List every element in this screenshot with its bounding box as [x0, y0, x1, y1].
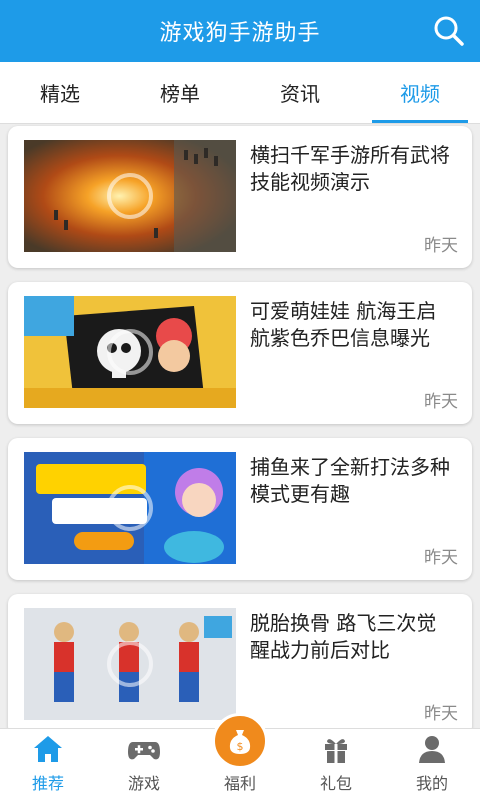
- app-header: 游戏狗手游助手: [0, 0, 480, 62]
- play-icon: [107, 173, 153, 219]
- video-title: 可爱萌娃娃 航海王启航紫色乔巴信息曝光: [250, 299, 437, 350]
- tab-featured[interactable]: 精选: [0, 62, 120, 123]
- svg-text:$: $: [237, 740, 244, 753]
- play-icon: [107, 485, 153, 531]
- gamepad-icon: [128, 742, 160, 760]
- video-time: 昨天: [424, 392, 458, 412]
- video-thumbnail: [24, 452, 236, 564]
- bottom-nav: 推荐 游戏 $ 福利 礼包 我的: [0, 713, 480, 800]
- video-time: 昨天: [424, 704, 458, 724]
- video-card[interactable]: 捕鱼来了全新打法多种模式更有趣 昨天: [8, 438, 472, 580]
- tab-label: 榜单: [160, 82, 200, 106]
- video-title: 脱胎换骨 路飞三次觉醒战力前后对比: [250, 611, 437, 662]
- video-title: 横扫千军手游所有武将技能视频演示: [250, 143, 450, 194]
- nav-label: 福利: [223, 774, 256, 793]
- nav-welfare[interactable]: $ 福利: [192, 713, 288, 800]
- nav-gifts[interactable]: 礼包: [288, 729, 384, 800]
- app-title: 游戏狗手游助手: [159, 21, 321, 46]
- video-thumbnail: [24, 608, 236, 720]
- video-card[interactable]: 脱胎换骨 路飞三次觉醒战力前后对比 昨天: [8, 594, 472, 728]
- nav-games[interactable]: 游戏: [96, 729, 192, 800]
- tab-label: 视频: [400, 82, 440, 106]
- tab-label: 精选: [40, 82, 80, 106]
- video-time: 昨天: [424, 236, 458, 256]
- play-icon: [107, 329, 153, 375]
- video-thumbnail: [24, 140, 236, 252]
- nav-mine[interactable]: 我的: [384, 729, 480, 800]
- video-card[interactable]: 横扫千军手游所有武将技能视频演示 昨天: [8, 126, 472, 268]
- play-icon: [107, 641, 153, 687]
- tab-rankings[interactable]: 榜单: [120, 62, 240, 123]
- nav-recommend[interactable]: 推荐: [0, 729, 96, 800]
- nav-label: 我的: [415, 774, 448, 793]
- user-icon: [419, 736, 445, 763]
- tab-label: 资讯: [280, 82, 320, 106]
- video-time: 昨天: [424, 548, 458, 568]
- video-card[interactable]: 可爱萌娃娃 航海王启航紫色乔巴信息曝光 昨天: [8, 282, 472, 424]
- money-bag-icon: $: [212, 713, 268, 769]
- nav-label: 游戏: [127, 774, 160, 793]
- home-icon: [34, 736, 62, 762]
- video-title: 捕鱼来了全新打法多种模式更有趣: [250, 455, 450, 506]
- search-icon[interactable]: [432, 14, 466, 48]
- nav-label: 礼包: [319, 774, 352, 793]
- tab-news[interactable]: 资讯: [240, 62, 360, 123]
- top-tab-bar: 精选 榜单 资讯 视频: [0, 62, 480, 124]
- video-thumbnail: [24, 296, 236, 408]
- tab-videos[interactable]: 视频: [360, 62, 480, 123]
- gift-icon: [325, 739, 347, 763]
- nav-label: 推荐: [31, 774, 64, 793]
- video-list[interactable]: 横扫千军手游所有武将技能视频演示 昨天 可爱萌娃娃 航海王启航紫色乔巴信息曝光 …: [0, 124, 480, 728]
